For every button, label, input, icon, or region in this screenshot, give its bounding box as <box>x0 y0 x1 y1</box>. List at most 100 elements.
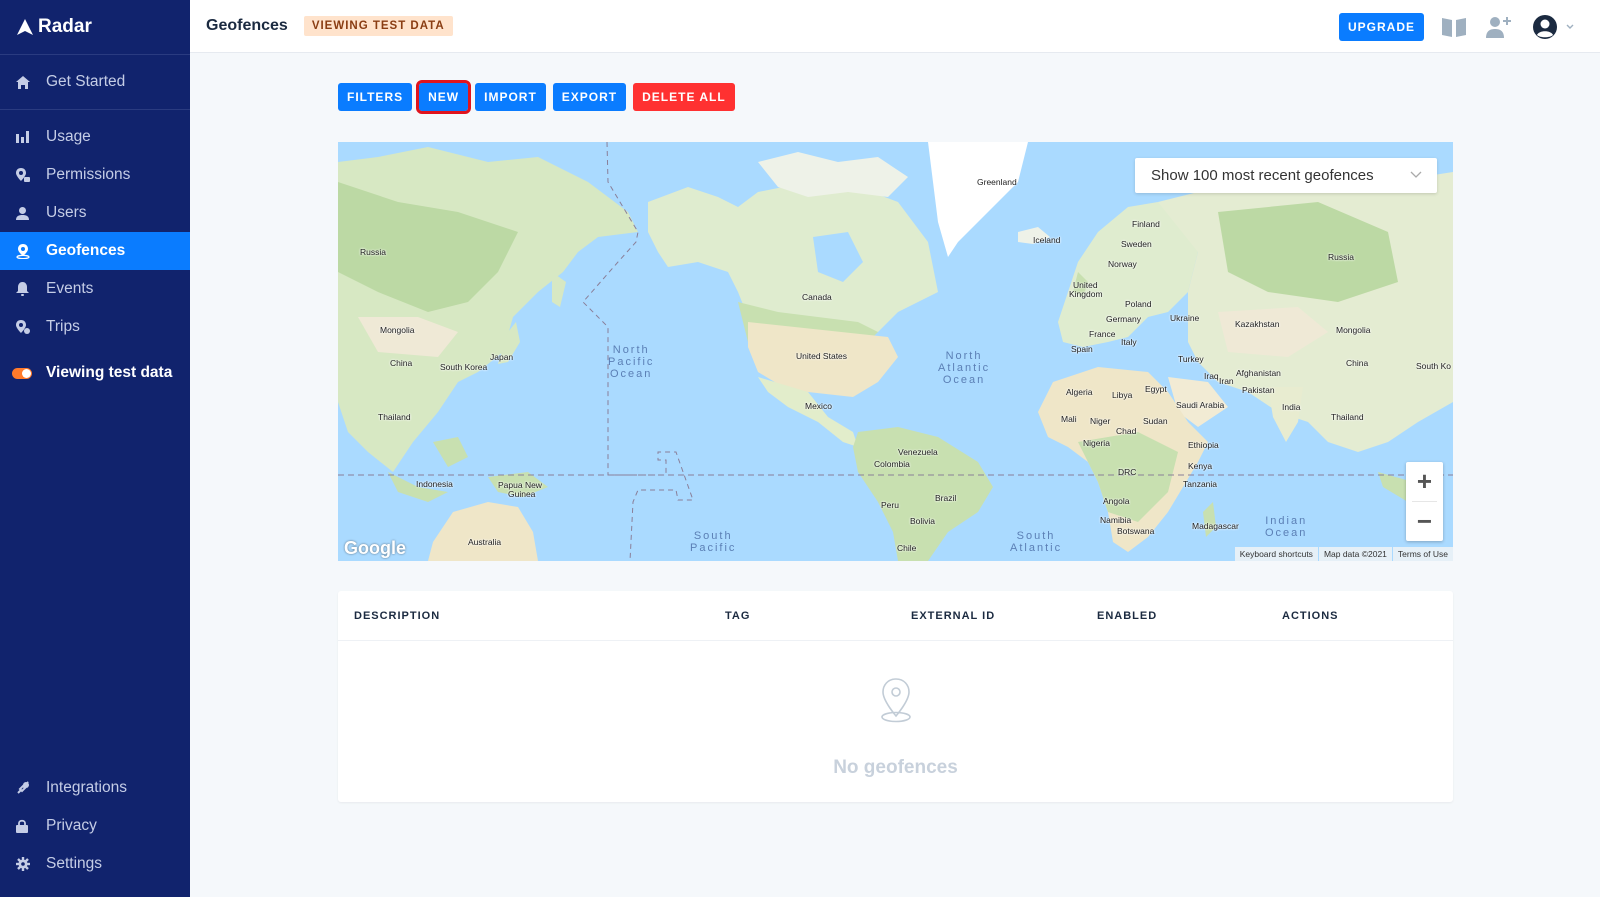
map-place-label: Colombia <box>874 459 910 469</box>
sidebar-item-trips[interactable]: Trips <box>0 308 190 346</box>
geofence-actions: FILTERS NEW IMPORT EXPORT DELETE ALL <box>338 80 735 114</box>
table-header: DESCRIPTION TAG EXTERNAL ID ENABLED ACTI… <box>338 591 1453 641</box>
terms-of-use-link[interactable]: Terms of Use <box>1392 547 1453 561</box>
column-header-actions: ACTIONS <box>1282 610 1339 622</box>
sidebar-item-privacy[interactable]: Privacy <box>0 807 190 845</box>
location-lock-icon <box>16 168 46 182</box>
chevron-down-icon <box>1566 24 1574 29</box>
map-place-label: Sudan <box>1143 416 1168 426</box>
sidebar-item-label: Trips <box>46 318 80 335</box>
map-place-label: Saudi Arabia <box>1176 400 1225 410</box>
filters-button[interactable]: FILTERS <box>338 83 413 111</box>
sidebar-item-users[interactable]: Users <box>0 194 190 232</box>
sidebar-item-settings[interactable]: Settings <box>0 845 190 883</box>
map-place-label: India <box>1282 402 1301 412</box>
map-place-label: Iceland <box>1033 235 1061 245</box>
import-button[interactable]: IMPORT <box>475 83 546 111</box>
map-place-label: China <box>390 358 413 368</box>
map-place-label: Afghanistan <box>1236 368 1281 378</box>
export-button[interactable]: EXPORT <box>552 83 627 111</box>
sidebar-item-integrations[interactable]: Integrations <box>0 769 190 807</box>
map-place-label: Egypt <box>1145 384 1167 394</box>
geofence-pin-icon <box>16 243 46 259</box>
map-place-label: Sweden <box>1121 239 1152 249</box>
map-place-label: Finland <box>1132 219 1160 229</box>
user-icon <box>16 206 46 220</box>
sidebar-item-geofences[interactable]: Geofences <box>0 232 190 270</box>
sidebar-item-label: Settings <box>46 855 103 872</box>
map-place-label: Angola <box>1103 496 1130 506</box>
brand-name: Radar <box>38 16 92 37</box>
add-user-icon[interactable] <box>1486 16 1512 38</box>
sidebar-item-label: Integrations <box>46 779 127 796</box>
account-icon <box>1533 14 1557 39</box>
trip-pin-icon <box>16 320 46 334</box>
map-ocean-label: North Pacific Ocean <box>608 344 655 380</box>
map-place-label: Mali <box>1061 414 1077 424</box>
map-place-label: Ethiopia <box>1188 440 1219 450</box>
map-place-label: South Korea <box>440 362 488 372</box>
sidebar-group-main: Usage Permissions Users Geofences Events… <box>0 110 190 392</box>
delete-all-button[interactable]: DELETE ALL <box>633 83 735 111</box>
geofence-limit-select[interactable]: Show 100 most recent geofences <box>1135 158 1437 193</box>
sidebar-item-label: Events <box>46 280 94 297</box>
map-place-label: Peru <box>881 500 899 510</box>
map-place-label: Mongolia <box>380 325 415 335</box>
new-geofence-button[interactable]: NEW <box>416 80 472 114</box>
sidebar-group-start: Get Started <box>0 55 190 110</box>
keyboard-shortcuts-link[interactable]: Keyboard shortcuts <box>1234 547 1318 561</box>
upgrade-button[interactable]: UPGRADE <box>1338 12 1424 41</box>
map-place-label: Iran <box>1219 376 1234 386</box>
map-place-label: Tanzania <box>1183 479 1218 489</box>
geofence-map[interactable]: Russia Mongolia China South Korea Japan Thail… <box>338 142 1453 561</box>
lock-icon <box>16 819 46 833</box>
map-ocean-label: South Atlantic <box>1010 530 1063 554</box>
column-header-tag[interactable]: TAG <box>725 610 750 622</box>
column-header-description[interactable]: DESCRIPTION <box>354 610 440 622</box>
map-place-label: Thailand <box>1331 412 1364 422</box>
account-menu[interactable] <box>1532 14 1576 40</box>
map-place-label: Niger <box>1090 416 1111 426</box>
zoom-in-button[interactable]: + <box>1406 462 1443 501</box>
empty-state: No geofences <box>338 676 1453 779</box>
map-place-label: Indonesia <box>416 479 453 489</box>
bar-chart-icon <box>16 131 46 143</box>
sidebar-item-get-started[interactable]: Get Started <box>0 63 190 101</box>
gear-icon <box>16 857 46 871</box>
map-place-label: Kazakhstan <box>1235 319 1280 329</box>
map-place-label: Russia <box>360 247 386 257</box>
test-data-toggle[interactable] <box>12 367 32 379</box>
chevron-down-icon <box>1410 171 1422 178</box>
sidebar-item-label: Usage <box>46 128 91 145</box>
sidebar-group-bottom: Integrations Privacy Settings <box>0 769 190 883</box>
map-place-label: China <box>1346 358 1369 368</box>
sidebar-item-label: Permissions <box>46 166 131 183</box>
sidebar-item-label: Privacy <box>46 817 97 834</box>
sidebar-item-usage[interactable]: Usage <box>0 118 190 156</box>
sidebar-item-permissions[interactable]: Permissions <box>0 156 190 194</box>
zoom-out-button[interactable]: − <box>1406 502 1443 541</box>
test-data-badge: VIEWING TEST DATA <box>303 16 453 36</box>
column-header-external-id[interactable]: EXTERNAL ID <box>911 610 995 622</box>
column-header-enabled[interactable]: ENABLED <box>1097 610 1157 622</box>
map-place-label: France <box>1089 329 1116 339</box>
test-data-toggle-row[interactable]: Viewing test data <box>0 354 190 392</box>
home-icon <box>16 75 46 89</box>
sidebar-item-label: Users <box>46 204 87 221</box>
map-data-text: Map data ©2021 <box>1318 547 1392 561</box>
sidebar-item-events[interactable]: Events <box>0 270 190 308</box>
map-ocean-label: Indian Ocean <box>1265 515 1308 539</box>
test-data-toggle-label: Viewing test data <box>46 364 173 381</box>
map-place-label: Turkey <box>1178 354 1204 364</box>
map-pin-icon <box>880 678 911 723</box>
geofence-limit-select-value: Show 100 most recent geofences <box>1151 167 1374 184</box>
book-icon[interactable] <box>1442 17 1466 37</box>
map-place-label: Brazil <box>935 493 957 503</box>
map-place-label: Australia <box>468 537 502 547</box>
geofences-table: DESCRIPTION TAG EXTERNAL ID ENABLED ACTI… <box>338 591 1453 802</box>
empty-state-text: No geofences <box>833 757 958 778</box>
map-place-label: Iraq <box>1204 371 1219 381</box>
brand-logo[interactable]: Radar <box>0 0 190 55</box>
map-place-label: United States <box>796 351 848 361</box>
map-place-label: Madagascar <box>1192 521 1239 531</box>
